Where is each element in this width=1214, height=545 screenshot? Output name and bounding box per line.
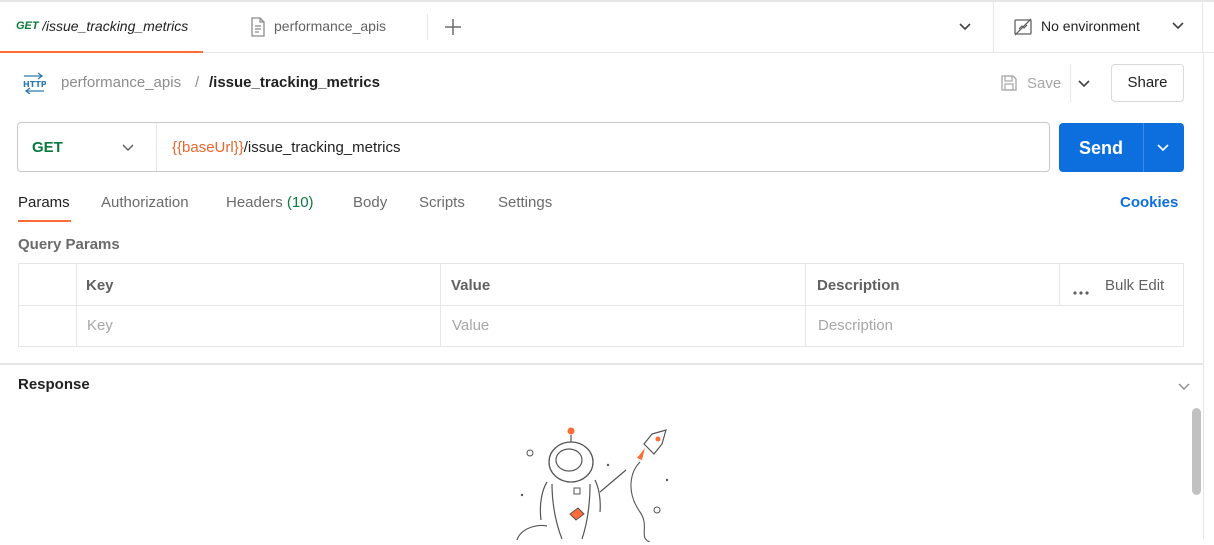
tab-issue-tracking-metrics[interactable]: GET /issue_tracking_metrics	[0, 2, 203, 53]
chevron-down-icon	[1078, 80, 1090, 88]
share-button[interactable]: Share	[1111, 64, 1184, 102]
no-environment-icon	[1013, 17, 1033, 40]
cookies-link[interactable]: Cookies	[1120, 194, 1178, 211]
tab-title: performance_apis	[274, 18, 387, 34]
http-icon: HTTP	[22, 72, 47, 97]
astronaut-illustration	[512, 422, 682, 545]
tab-method-badge: GET	[16, 20, 39, 32]
column-header-key: Key	[86, 277, 114, 294]
save-label: Save	[1027, 75, 1062, 92]
tab-scripts[interactable]: Scripts	[419, 194, 465, 211]
tab-divider	[427, 14, 428, 40]
method-select[interactable]: GET	[32, 139, 63, 156]
more-icon[interactable]	[1073, 283, 1089, 299]
tab-headers-label: Headers	[226, 194, 283, 211]
query-params-table: Key Value Description Bulk Edit Key Valu…	[18, 263, 1184, 347]
url-variable: {{baseUrl}}	[172, 139, 244, 156]
send-button[interactable]: Send	[1059, 123, 1184, 172]
response-title: Response	[18, 376, 90, 393]
tab-bar: GET /issue_tracking_metrics performance_…	[0, 2, 1214, 53]
breadcrumb-collection[interactable]: performance_apis	[61, 74, 181, 91]
tab-list-dropdown[interactable]	[957, 19, 973, 38]
column-header-value: Value	[451, 277, 491, 294]
send-label: Send	[1078, 138, 1123, 158]
plus-icon	[445, 19, 461, 35]
pane-divider	[1203, 53, 1204, 539]
tab-performance-apis[interactable]: performance_apis	[250, 2, 420, 53]
column-divider	[1059, 264, 1060, 305]
column-header-description: Description	[817, 277, 900, 294]
send-options-button[interactable]	[1156, 141, 1170, 158]
breadcrumb-request[interactable]: /issue_tracking_metrics	[209, 74, 380, 91]
save-options-button[interactable]	[1076, 76, 1092, 95]
bulk-edit-button[interactable]: Bulk Edit	[1105, 277, 1164, 294]
active-tab-indicator	[18, 220, 71, 222]
environment-label: No environment	[1041, 18, 1140, 34]
chevron-down-icon	[959, 23, 971, 31]
chevron-down-icon	[1157, 144, 1169, 152]
save-icon	[1000, 74, 1018, 95]
query-params-title: Query Params	[18, 236, 120, 253]
tab-body[interactable]: Body	[353, 194, 387, 211]
request-url-bar: GET {{baseUrl}}/issue_tracking_metrics	[17, 122, 1050, 172]
tab-params[interactable]: Params	[18, 194, 70, 211]
svg-text:HTTP: HTTP	[23, 80, 46, 89]
environment-selector[interactable]: No environment	[993, 2, 1203, 53]
tab-settings[interactable]: Settings	[498, 194, 552, 211]
chevron-down-icon	[1178, 383, 1190, 390]
chevron-down-icon	[1170, 18, 1186, 37]
chevron-down-icon[interactable]	[121, 141, 135, 158]
method-divider	[156, 123, 157, 171]
headers-count: (10)	[286, 194, 314, 211]
collapse-response-button[interactable]	[1177, 380, 1191, 397]
tab-authorization[interactable]: Authorization	[101, 194, 189, 211]
new-tab-button[interactable]	[442, 16, 464, 38]
send-divider	[1143, 123, 1144, 172]
key-input[interactable]: Key	[87, 317, 113, 334]
tab-headers[interactable]: Headers (10)	[226, 194, 314, 211]
value-input[interactable]: Value	[452, 317, 489, 334]
scrollbar-thumb[interactable]	[1192, 408, 1201, 495]
description-input[interactable]: Description	[818, 317, 893, 334]
breadcrumb-separator: /	[195, 74, 200, 91]
pane-splitter[interactable]	[0, 363, 1204, 365]
row-divider	[19, 305, 1183, 306]
document-icon	[250, 17, 266, 40]
url-path: /issue_tracking_metrics	[243, 139, 401, 156]
tab-title: /issue_tracking_metrics	[42, 18, 189, 34]
url-input[interactable]: {{baseUrl}}/issue_tracking_metrics	[172, 139, 400, 156]
save-divider	[1070, 64, 1071, 102]
